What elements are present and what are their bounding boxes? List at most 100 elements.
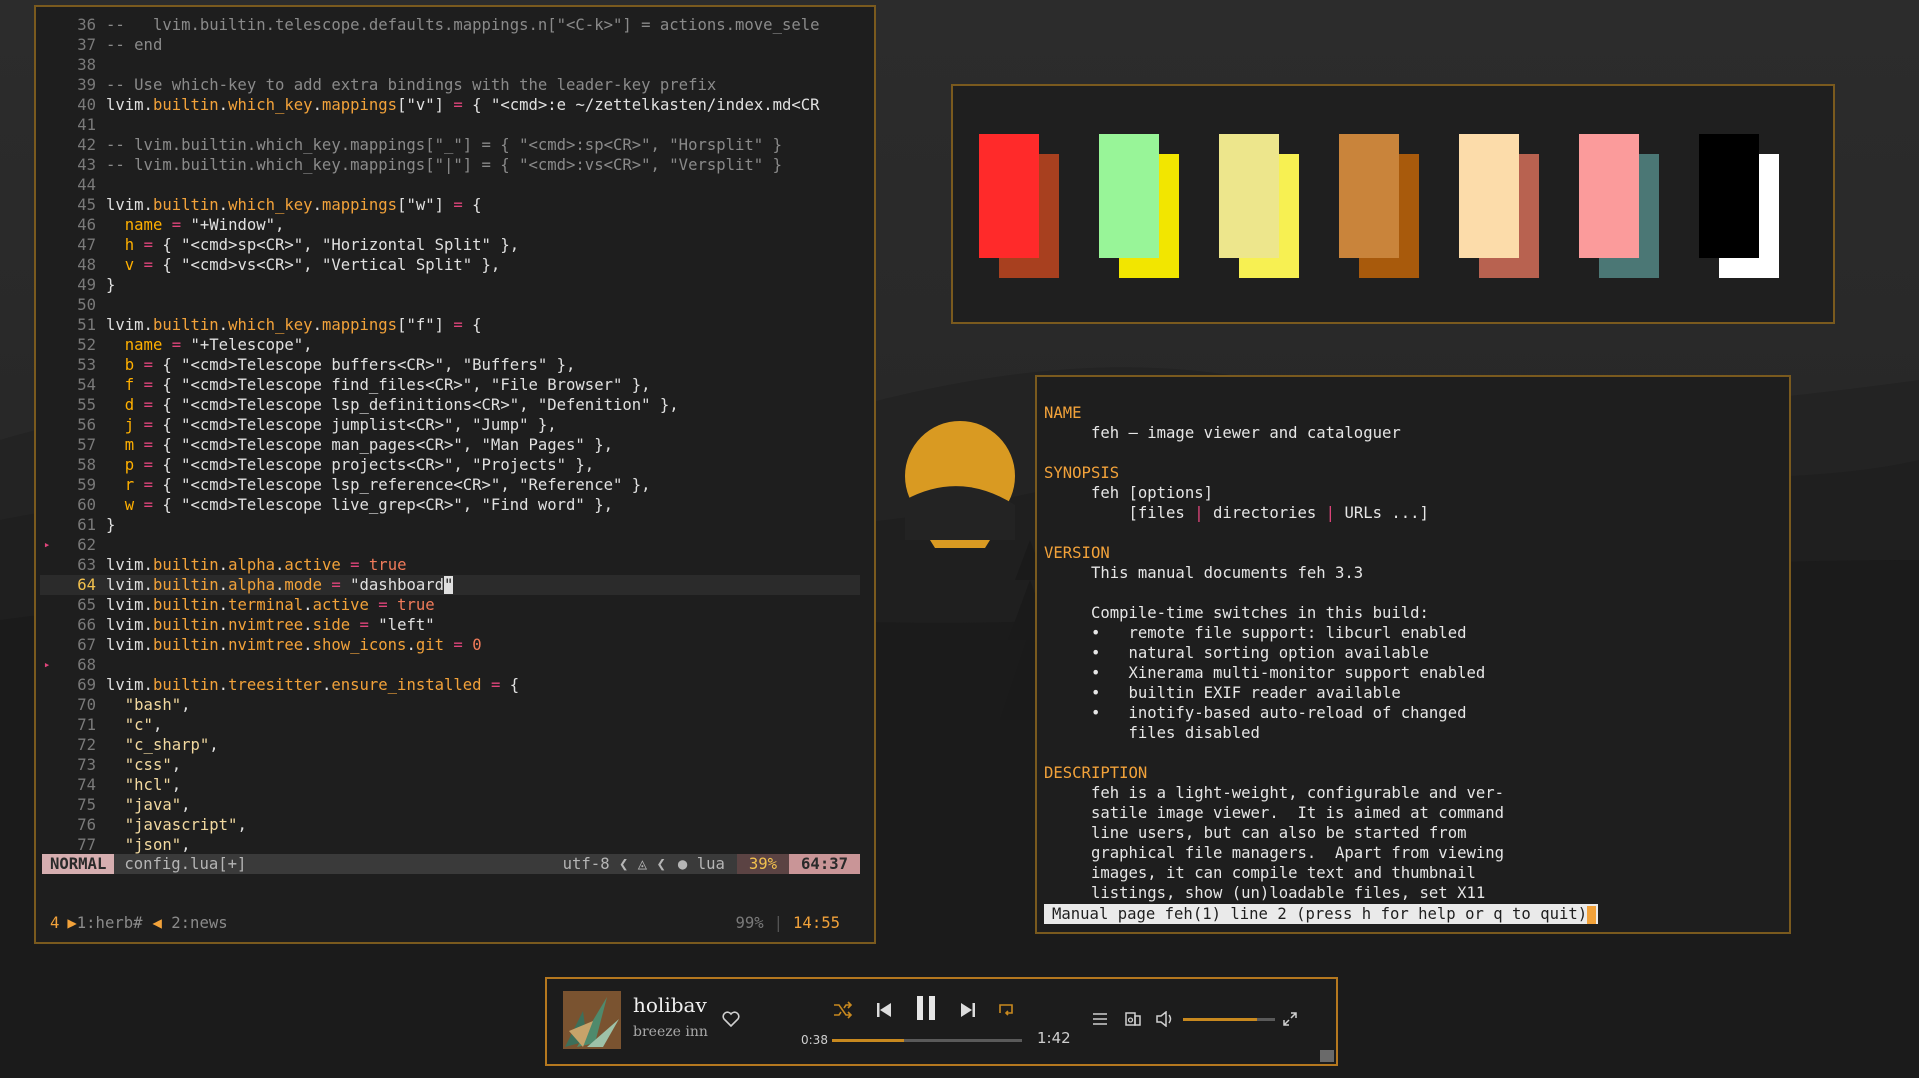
code-line[interactable]: 38 <box>40 55 860 75</box>
line-number: 42 <box>77 136 96 154</box>
volume-slider[interactable] <box>1183 1018 1275 1021</box>
code-line[interactable]: 59 r = { "<cmd>Telescope lsp_reference<C… <box>40 475 860 495</box>
code-line[interactable]: 45 lvim.builtin.which_key.mappings["w"] =… <box>40 195 860 215</box>
swatch-normal <box>979 134 1039 258</box>
code-line[interactable]: 48 v = { "<cmd>vs<CR>", "Vertical Split"… <box>40 255 860 275</box>
resize-grip[interactable] <box>1320 1050 1334 1062</box>
line-number: 53 <box>77 356 96 374</box>
seek-bar[interactable] <box>832 1039 1022 1042</box>
code-line[interactable]: 70 "bash", <box>40 695 860 715</box>
code-line[interactable]: 65 lvim.builtin.terminal.active = true <box>40 595 860 615</box>
pause-button[interactable] <box>911 993 941 1023</box>
code-line[interactable]: 54 f = { "<cmd>Telescope find_files<CR>"… <box>40 375 860 395</box>
code-line[interactable]: 72 "c_sharp", <box>40 735 860 755</box>
tmux-window-2[interactable]: ◀ 2:news <box>143 913 228 933</box>
man-page-window[interactable]: NAME feh – image viewer and cataloguer SY… <box>1035 375 1791 934</box>
next-button[interactable] <box>957 999 979 1021</box>
shuffle-button[interactable] <box>832 999 854 1021</box>
track-title[interactable]: holibav <box>633 993 707 1017</box>
code-line[interactable]: 57 m = { "<cmd>Telescope man_pages<CR>",… <box>40 435 860 455</box>
track-artist[interactable]: breeze inn <box>633 1024 708 1040</box>
text-cursor <box>1587 905 1597 924</box>
sign-column <box>40 375 54 395</box>
devices-button[interactable] <box>1123 1009 1143 1029</box>
line-number: 66 <box>77 616 96 634</box>
editor-window[interactable]: 36 -- lvim.builtin.telescope.defaults.map… <box>34 5 876 944</box>
tmux-session: 4 <box>50 914 60 932</box>
clock: 14:55 <box>793 914 840 932</box>
section-heading: SYNOPSIS <box>1044 464 1120 482</box>
scroll-percent: 39% <box>736 854 790 874</box>
code-line[interactable]: 64 lvim.builtin.alpha.mode = "dashboard" <box>40 575 860 595</box>
code-line[interactable]: 36 -- lvim.builtin.telescope.defaults.map… <box>40 15 860 35</box>
man-text-line <box>1044 743 1785 763</box>
sign-column <box>40 115 54 135</box>
code-line[interactable]: 43 -- lvim.builtin.which_key.mappings["|"… <box>40 155 860 175</box>
code-line[interactable]: 61} <box>40 515 860 535</box>
line-text: lvim.builtin.which_key.mappings["w"] = { <box>106 196 482 214</box>
code-line[interactable]: 40 lvim.builtin.which_key.mappings["v"] =… <box>40 95 860 115</box>
like-button[interactable] <box>721 1009 741 1029</box>
code-line[interactable]: 75 "java", <box>40 795 860 815</box>
sign-column <box>40 155 54 175</box>
line-text: d = { "<cmd>Telescope lsp_definitions<CR… <box>124 396 679 414</box>
man-page-content: NAME feh – image viewer and cataloguer SY… <box>1044 403 1785 903</box>
code-line[interactable]: 55 d = { "<cmd>Telescope lsp_definitions… <box>40 395 860 415</box>
line-text: name = "+Window", <box>124 216 285 234</box>
line-number: 75 <box>77 796 96 814</box>
man-text-line: feh [options] <box>1044 484 1213 502</box>
code-line[interactable]: 66 lvim.builtin.nvimtree.side = "left" <box>40 615 860 635</box>
editor-buffer[interactable]: 36 -- lvim.builtin.telescope.defaults.map… <box>40 15 860 855</box>
code-line[interactable]: 69 lvim.builtin.treesitter.ensure_install… <box>40 675 860 695</box>
code-line[interactable]: 49} <box>40 275 860 295</box>
section-heading: DESCRIPTION <box>1044 764 1148 782</box>
code-line[interactable]: 73 "css", <box>40 755 860 775</box>
code-line[interactable]: 51 lvim.builtin.which_key.mappings["f"] =… <box>40 315 860 335</box>
previous-button[interactable] <box>873 999 895 1021</box>
sign-column <box>40 35 54 55</box>
code-line[interactable]: 76 "javascript", <box>40 815 860 835</box>
line-text: b = { "<cmd>Telescope buffers<CR>", "Buf… <box>124 356 576 374</box>
music-player[interactable]: holibav breeze inn 0:38 1:42 <box>545 977 1338 1066</box>
album-art[interactable] <box>563 991 621 1049</box>
code-line[interactable]: 44 <box>40 175 860 195</box>
volume-button[interactable] <box>1155 1009 1175 1029</box>
code-line[interactable]: 52 name = "+Telescope", <box>40 335 860 355</box>
man-text-line: [files | directories | URLs ...] <box>1044 504 1429 522</box>
code-line[interactable]: 60 w = { "<cmd>Telescope live_grep<CR>",… <box>40 495 860 515</box>
man-text-line: graphical file managers. Apart from view… <box>1044 844 1505 862</box>
repeat-button[interactable] <box>995 999 1017 1021</box>
code-line[interactable]: 41 <box>40 115 860 135</box>
line-text: "c", <box>124 716 163 734</box>
line-number: 56 <box>77 416 96 434</box>
code-line[interactable]: 42 -- lvim.builtin.which_key.mappings["_"… <box>40 135 860 155</box>
line-text: } <box>106 516 116 534</box>
code-line[interactable]: 58 p = { "<cmd>Telescope projects<CR>", … <box>40 455 860 475</box>
tmux-window-1[interactable]: 1:herb# <box>77 913 143 933</box>
code-line[interactable]: 37 -- end <box>40 35 860 55</box>
queue-button[interactable] <box>1090 1009 1110 1029</box>
line-number: 55 <box>77 396 96 414</box>
code-line[interactable]: 50 <box>40 295 860 315</box>
code-line[interactable]: 46 name = "+Window", <box>40 215 860 235</box>
line-text: v = { "<cmd>vs<CR>", "Vertical Split" }, <box>124 256 501 274</box>
sign-column <box>40 675 54 695</box>
sign-column <box>40 295 54 315</box>
man-text-line: Compile-time switches in this build: <box>1044 604 1429 622</box>
sign-column <box>40 315 54 335</box>
code-line[interactable]: 39 -- Use which-key to add extra bindings… <box>40 75 860 95</box>
code-line[interactable]: 53 b = { "<cmd>Telescope buffers<CR>", "… <box>40 355 860 375</box>
code-line[interactable]: 71 "c", <box>40 715 860 735</box>
code-line[interactable]: 77 "json", <box>40 835 860 855</box>
code-line[interactable]: 67 lvim.builtin.nvimtree.show_icons.git =… <box>40 635 860 655</box>
fullscreen-button[interactable] <box>1280 1009 1300 1029</box>
man-text-line: • Xinerama multi-monitor support enabled <box>1044 664 1486 682</box>
code-line[interactable]: ▸ 62 <box>40 535 860 555</box>
code-line[interactable]: 56 j = { "<cmd>Telescope jumplist<CR>", … <box>40 415 860 435</box>
line-text: p = { "<cmd>Telescope projects<CR>", "Pr… <box>124 456 595 474</box>
code-line[interactable]: 47 h = { "<cmd>sp<CR>", "Horizontal Spli… <box>40 235 860 255</box>
code-line[interactable]: ▸ 68 <box>40 655 860 675</box>
code-line[interactable]: 74 "hcl", <box>40 775 860 795</box>
line-number: 44 <box>77 176 96 194</box>
code-line[interactable]: 63 lvim.builtin.alpha.active = true <box>40 555 860 575</box>
